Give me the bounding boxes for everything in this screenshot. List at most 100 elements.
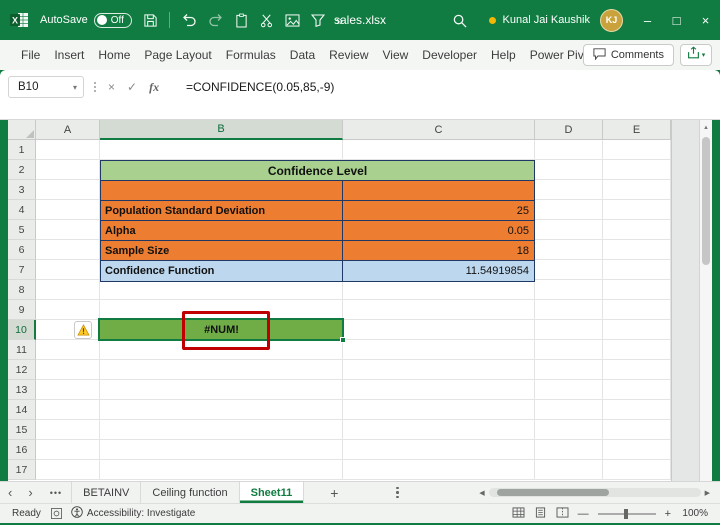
- table-row[interactable]: Confidence Function 11.54919854: [101, 261, 534, 281]
- horizontal-scrollbar-track[interactable]: [489, 488, 701, 497]
- vertical-scrollbar[interactable]: ▲: [699, 120, 712, 481]
- table-row[interactable]: Alpha 0.05: [101, 221, 534, 241]
- row-header-17[interactable]: 17: [8, 460, 36, 480]
- table-cell-value[interactable]: [343, 181, 534, 200]
- undo-icon[interactable]: [181, 13, 197, 27]
- row-header-15[interactable]: 15: [8, 420, 36, 440]
- zoom-slider-thumb[interactable]: [624, 509, 628, 519]
- save-icon[interactable]: [143, 13, 158, 28]
- row-header-10[interactable]: 10: [8, 320, 36, 340]
- row-header-8[interactable]: 8: [8, 280, 36, 300]
- name-box[interactable]: B10 ▾: [8, 76, 84, 98]
- autosave-toggle[interactable]: AutoSave Off: [40, 13, 132, 28]
- ribbon-tab-page-layout[interactable]: Page Layout: [137, 40, 218, 70]
- excel-app-icon[interactable]: X: [10, 11, 29, 29]
- user-name[interactable]: Kunal Jai Kaushik: [503, 14, 590, 26]
- filter-icon[interactable]: [311, 13, 325, 27]
- row-header-14[interactable]: 14: [8, 400, 36, 420]
- horizontal-scrollbar-thumb[interactable]: [497, 489, 609, 496]
- ribbon-tab-view[interactable]: View: [376, 40, 416, 70]
- cells-area[interactable]: Confidence Level Population Standard Dev…: [36, 140, 671, 480]
- zoom-level[interactable]: 100%: [680, 508, 708, 519]
- row-header-5[interactable]: 5: [8, 220, 36, 240]
- table-cell-label[interactable]: Population Standard Deviation: [101, 201, 343, 220]
- scroll-left-icon[interactable]: ◀: [479, 489, 484, 497]
- zoom-out-button[interactable]: —: [578, 508, 589, 520]
- picture-icon[interactable]: [285, 14, 300, 27]
- redo-icon[interactable]: [208, 13, 224, 27]
- ribbon-tab-home[interactable]: Home: [91, 40, 137, 70]
- row-header-3[interactable]: 3: [8, 180, 36, 200]
- zoom-slider[interactable]: [598, 513, 656, 515]
- row-header-2[interactable]: 2: [8, 160, 36, 180]
- share-button[interactable]: ▾: [680, 44, 712, 66]
- close-button[interactable]: ×: [691, 0, 720, 40]
- row-header-4[interactable]: 4: [8, 200, 36, 220]
- ribbon-tab-formulas[interactable]: Formulas: [219, 40, 283, 70]
- avatar[interactable]: KJ: [600, 9, 623, 32]
- autosave-switch[interactable]: Off: [94, 13, 132, 28]
- sheet-menu-icon[interactable]: [396, 487, 399, 499]
- search-icon[interactable]: [452, 13, 467, 28]
- cut-icon[interactable]: [259, 13, 274, 28]
- ribbon-tab-developer[interactable]: Developer: [415, 40, 484, 70]
- row-header-13[interactable]: 13: [8, 380, 36, 400]
- select-all-corner[interactable]: [8, 120, 36, 140]
- horizontal-scrollbar[interactable]: ◀ ▶: [479, 488, 710, 497]
- row-header-12[interactable]: 12: [8, 360, 36, 380]
- table-cell-value[interactable]: 25: [343, 201, 534, 220]
- row-header-1[interactable]: 1: [8, 140, 36, 160]
- formula-input[interactable]: =CONFIDENCE(0.05,85,-9): [186, 76, 334, 98]
- scroll-up-icon[interactable]: ▲: [700, 120, 712, 131]
- table-cell-label[interactable]: [101, 181, 343, 200]
- sheet-tab-sheet11[interactable]: Sheet11: [240, 482, 305, 503]
- error-options-button[interactable]: [74, 321, 92, 339]
- cancel-entry-icon[interactable]: ×: [108, 80, 115, 94]
- table-cell-value[interactable]: 11.54919854: [343, 261, 534, 281]
- column-header-d[interactable]: D: [535, 120, 603, 140]
- zoom-in-button[interactable]: +: [665, 508, 671, 520]
- table-cell-label[interactable]: Sample Size: [101, 241, 343, 260]
- ribbon-tab-review[interactable]: Review: [322, 40, 375, 70]
- new-sheet-button[interactable]: +: [330, 485, 338, 501]
- confirm-entry-icon[interactable]: ✓: [127, 80, 137, 94]
- table-cell-label[interactable]: Confidence Function: [101, 261, 343, 281]
- minimize-button[interactable]: –: [633, 0, 662, 40]
- ribbon-tab-insert[interactable]: Insert: [47, 40, 91, 70]
- row-header-16[interactable]: 16: [8, 440, 36, 460]
- clipboard-icon[interactable]: [235, 13, 248, 28]
- comments-button[interactable]: Comments: [583, 44, 674, 66]
- maximize-button[interactable]: □: [662, 0, 691, 40]
- document-title[interactable]: sales.xlsx: [334, 0, 386, 40]
- normal-view-icon[interactable]: [512, 507, 525, 521]
- accessibility-status[interactable]: Accessibility: Investigate: [71, 506, 195, 521]
- scroll-right-icon[interactable]: ▶: [705, 489, 710, 497]
- table-spacer-row[interactable]: [101, 181, 534, 201]
- row-header-11[interactable]: 11: [8, 340, 36, 360]
- row-header-6[interactable]: 6: [8, 240, 36, 260]
- insert-function-icon[interactable]: fx: [149, 80, 159, 95]
- ribbon-tab-file[interactable]: File: [14, 40, 47, 70]
- table-row[interactable]: Sample Size 18: [101, 241, 534, 261]
- sheet-tabs-overflow-icon[interactable]: •••: [41, 488, 71, 498]
- name-box-dropdown-icon[interactable]: ▾: [73, 83, 83, 92]
- table-cell-value[interactable]: 18: [343, 241, 534, 260]
- column-header-e[interactable]: E: [603, 120, 671, 140]
- column-header-a[interactable]: A: [36, 120, 100, 140]
- page-break-view-icon[interactable]: [556, 507, 569, 521]
- sheet-nav-next-icon[interactable]: ›: [20, 485, 40, 500]
- table-cell-label[interactable]: Alpha: [101, 221, 343, 240]
- sheet-tab-ceiling-function[interactable]: Ceiling function: [141, 482, 239, 503]
- vertical-scrollbar-thumb[interactable]: [702, 137, 710, 265]
- ribbon-tab-help[interactable]: Help: [484, 40, 523, 70]
- sheet-tab-betainv[interactable]: BETAINV: [71, 482, 141, 503]
- table-title-cell[interactable]: Confidence Level: [101, 161, 534, 181]
- column-header-b[interactable]: B: [100, 120, 343, 140]
- table-row[interactable]: Population Standard Deviation 25: [101, 201, 534, 221]
- row-header-7[interactable]: 7: [8, 260, 36, 280]
- row-header-9[interactable]: 9: [8, 300, 36, 320]
- sheet-nav-prev-icon[interactable]: ‹: [0, 485, 20, 500]
- macro-record-icon[interactable]: [51, 508, 62, 519]
- ribbon-tab-data[interactable]: Data: [283, 40, 322, 70]
- page-layout-view-icon[interactable]: [534, 507, 547, 521]
